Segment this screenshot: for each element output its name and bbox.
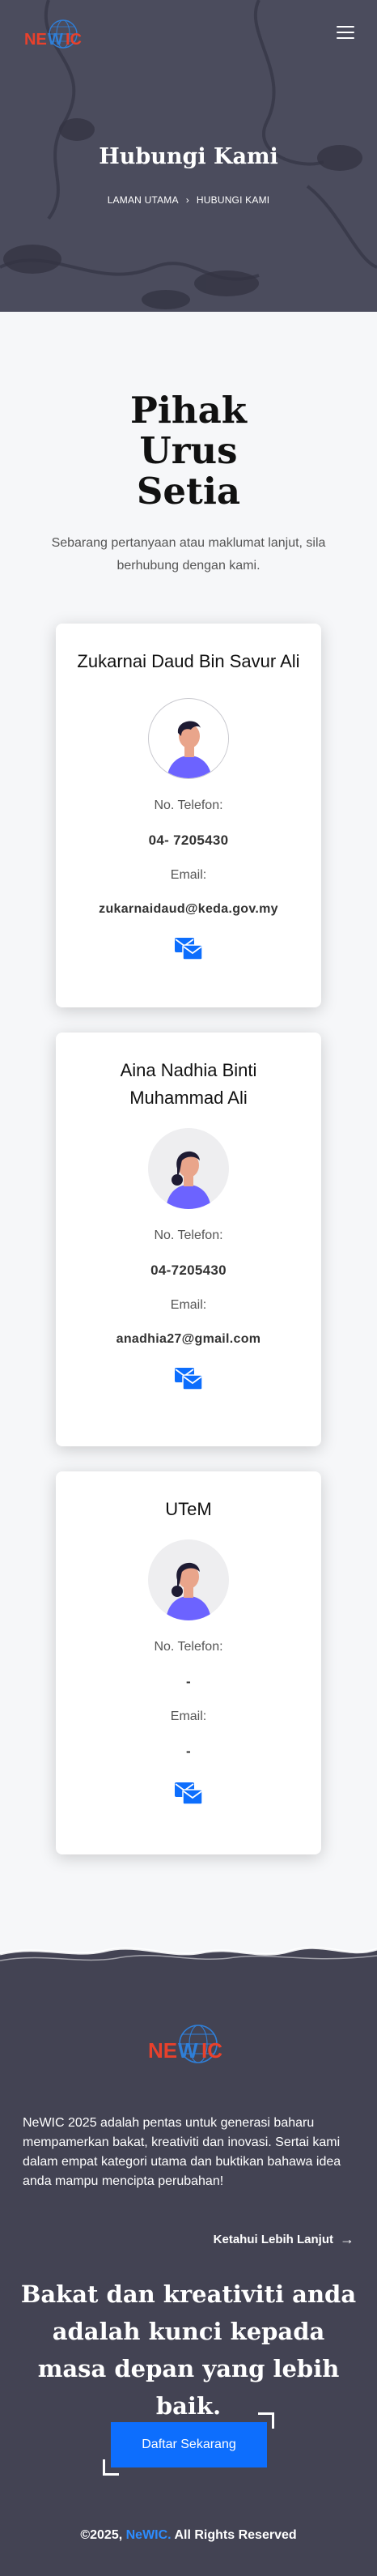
learn-more-link[interactable]: Ketahui Lebih Lanjut → bbox=[214, 2231, 354, 2248]
section-subtitle: Sebarang pertanyaan atau maklumat lanjut… bbox=[51, 536, 326, 573]
mail-send-icon[interactable] bbox=[174, 935, 203, 960]
svg-text:W: W bbox=[48, 31, 63, 49]
page-title: Hubungi Kami bbox=[99, 144, 278, 169]
breadcrumb: LAMAN UTAMA › HUBUNGI KAMI bbox=[0, 194, 377, 206]
section-title: Pihak Urus Setia bbox=[130, 389, 247, 513]
email-value: anadhia27@gmail.com bbox=[116, 1332, 261, 1346]
contact-card: Zukarnai Daud Bin Savur Ali No. Telefon:… bbox=[56, 624, 321, 1007]
contact-name: Aina Nadhia Binti Muhammad Ali bbox=[120, 1060, 257, 1108]
footer-description: NeWIC 2025 adalah pentas untuk generasi … bbox=[23, 2116, 341, 2188]
svg-text:IC: IC bbox=[201, 2038, 222, 2063]
hamburger-menu-icon[interactable] bbox=[337, 26, 354, 40]
newic-logo[interactable]: NE W IC bbox=[23, 18, 89, 53]
contact-name: UTeM bbox=[165, 1499, 212, 1519]
footer-tagline: Bakat dan kreativiti anda adalah kunci k… bbox=[20, 2280, 357, 2420]
female-avatar-icon bbox=[148, 1128, 229, 1209]
hero-banner: NE W IC Hubungi Kami LAMAN UTAMA › HUBUNGI… bbox=[0, 0, 377, 312]
phone-label: No. Telefon: bbox=[154, 798, 223, 812]
email-value: - bbox=[186, 1744, 191, 1759]
email-value: zukarnaidaud@keda.gov.my bbox=[99, 902, 278, 916]
chevron-right-icon: › bbox=[185, 194, 189, 206]
register-now-button[interactable]: Daftar Sekarang bbox=[111, 2422, 267, 2467]
email-label: Email: bbox=[170, 868, 207, 882]
email-label: Email: bbox=[170, 1298, 207, 1312]
phone-value: 04- 7205430 bbox=[148, 832, 229, 848]
mail-send-icon[interactable] bbox=[174, 1779, 203, 1805]
mail-send-icon[interactable] bbox=[174, 1365, 203, 1390]
email-label: Email: bbox=[170, 1710, 207, 1723]
svg-text:NE: NE bbox=[24, 31, 47, 49]
learn-more-label: Ketahui Lebih Lanjut bbox=[213, 2233, 333, 2246]
cta-frame: Daftar Sekarang bbox=[103, 2412, 274, 2476]
svg-text:IC: IC bbox=[66, 31, 82, 49]
breadcrumb-home-link[interactable]: LAMAN UTAMA bbox=[108, 194, 179, 206]
female-avatar-icon bbox=[148, 1539, 229, 1620]
brand-name: NeWIC. bbox=[125, 2528, 172, 2542]
contact-card: Aina Nadhia Binti Muhammad Ali No. Telef… bbox=[56, 1033, 321, 1446]
contact-card: UTeM No. Telefon: - Email: - bbox=[56, 1471, 321, 1854]
phone-value: 04-7205430 bbox=[150, 1262, 227, 1278]
phone-value: - bbox=[186, 1674, 191, 1689]
phone-label: No. Telefon: bbox=[154, 1228, 223, 1242]
copyright: ©2025, NeWIC. All Rights Reserved bbox=[80, 2528, 297, 2542]
contact-name: Zukarnai Daud Bin Savur Ali bbox=[77, 651, 300, 671]
arrow-right-icon: → bbox=[340, 2231, 354, 2247]
breadcrumb-current: HUBUNGI KAMI bbox=[196, 194, 270, 206]
newic-footer-logo: NE W IC bbox=[148, 2025, 222, 2063]
wave-divider bbox=[0, 1931, 377, 1961]
phone-label: No. Telefon: bbox=[154, 1640, 223, 1654]
svg-text:NE: NE bbox=[148, 2038, 177, 2063]
male-avatar-icon bbox=[148, 698, 229, 779]
svg-text:W: W bbox=[178, 2038, 198, 2063]
site-footer: NE W IC NeWIC 2025 adalah pentas untuk g… bbox=[0, 1931, 377, 2576]
